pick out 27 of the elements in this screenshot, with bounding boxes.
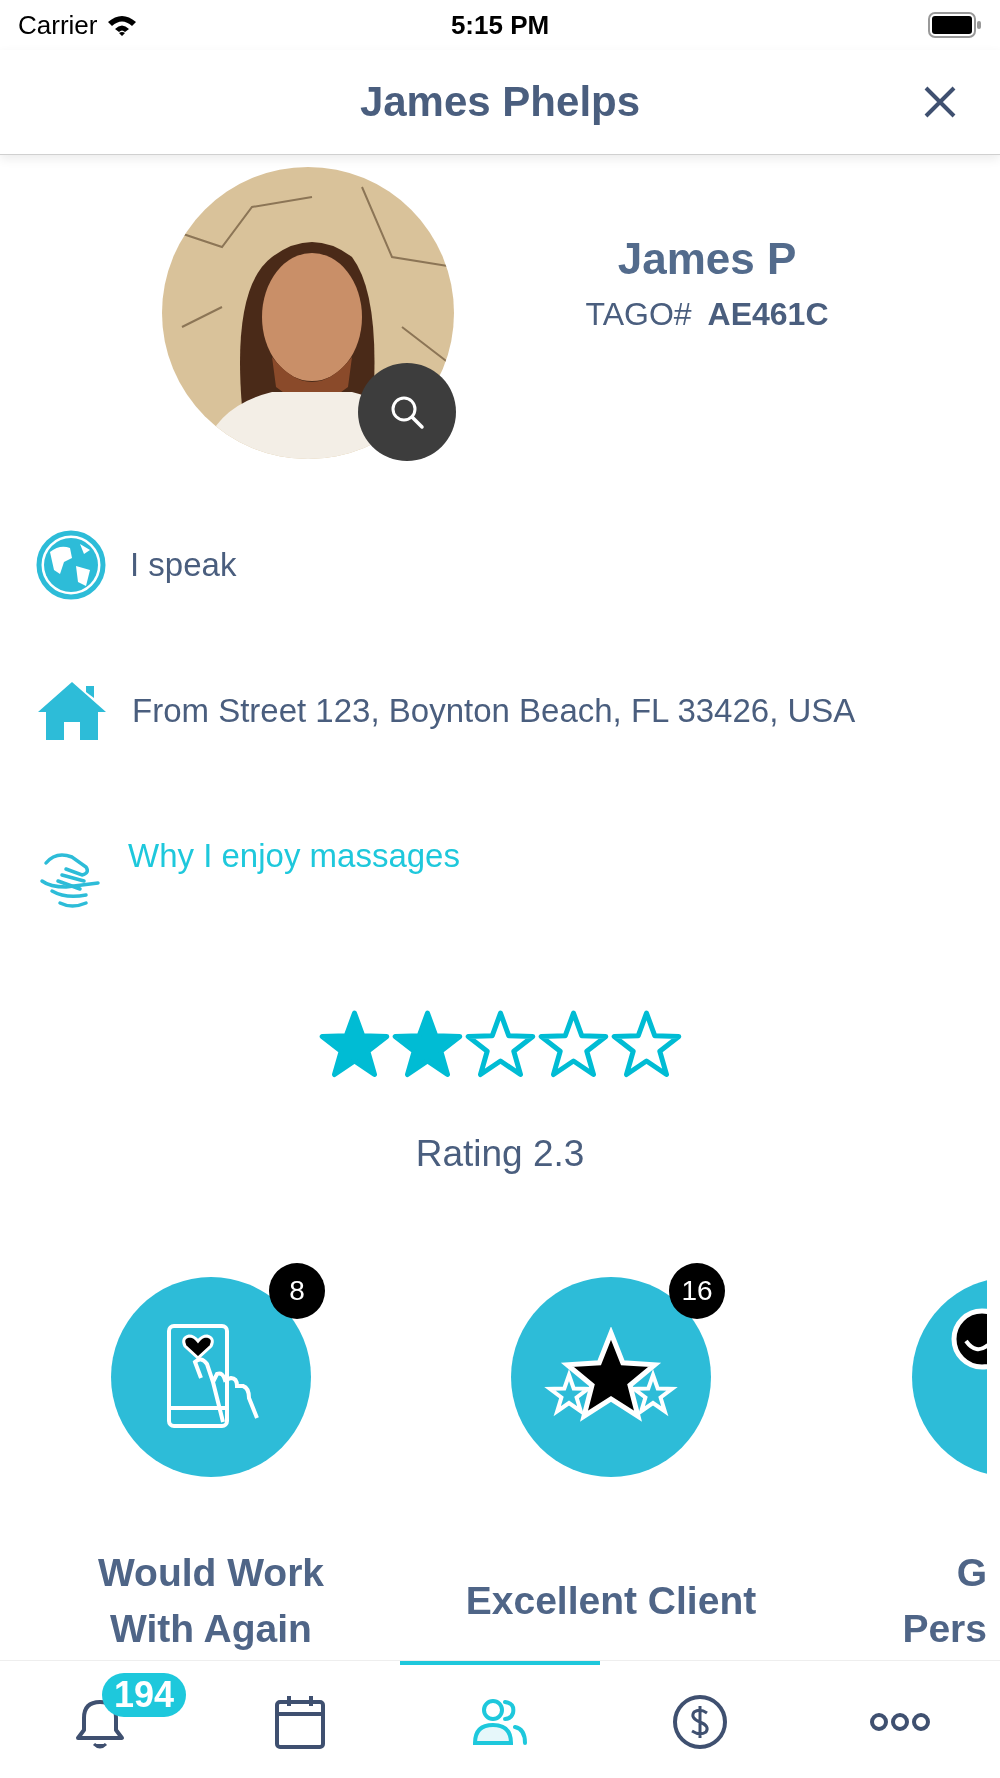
achievement-label: Would Work With Again xyxy=(97,1550,324,1652)
count-badge: 8 xyxy=(269,1263,325,1319)
calendar-icon xyxy=(274,1694,326,1750)
rating-text: Rating 2.3 xyxy=(414,1133,586,1175)
people-icon xyxy=(471,1697,529,1747)
carrier: Carrier xyxy=(18,9,98,41)
dollar-icon xyxy=(672,1694,728,1750)
clock: 5:15 PM xyxy=(450,9,550,41)
more-icon xyxy=(870,1712,930,1732)
tab[interactable]: 194 xyxy=(0,1661,200,1778)
info-link[interactable]: Why I enjoy massages xyxy=(128,837,460,875)
screen-title: James Phelps xyxy=(359,78,641,126)
wifi-icon xyxy=(107,14,138,36)
notification-badge: 194 xyxy=(102,1673,187,1717)
tag-code: AE461C xyxy=(707,295,829,333)
globe-icon xyxy=(36,530,106,600)
achievement-label: G xyxy=(956,1550,987,1596)
count-badge: 16 xyxy=(669,1263,725,1319)
house-icon xyxy=(36,680,108,742)
profile-name: James P xyxy=(617,233,797,284)
info-text: I speak xyxy=(130,546,237,584)
achievement-label: Pers xyxy=(902,1606,987,1652)
achievement-badge[interactable] xyxy=(912,1277,987,1477)
info-text: From Street 123, Boynton Beach, FL 33426, USA xyxy=(132,692,856,730)
achievement-label: Excellent Client xyxy=(465,1578,757,1624)
tag-label: TAGO# xyxy=(585,295,692,333)
battery-icon xyxy=(928,12,982,38)
